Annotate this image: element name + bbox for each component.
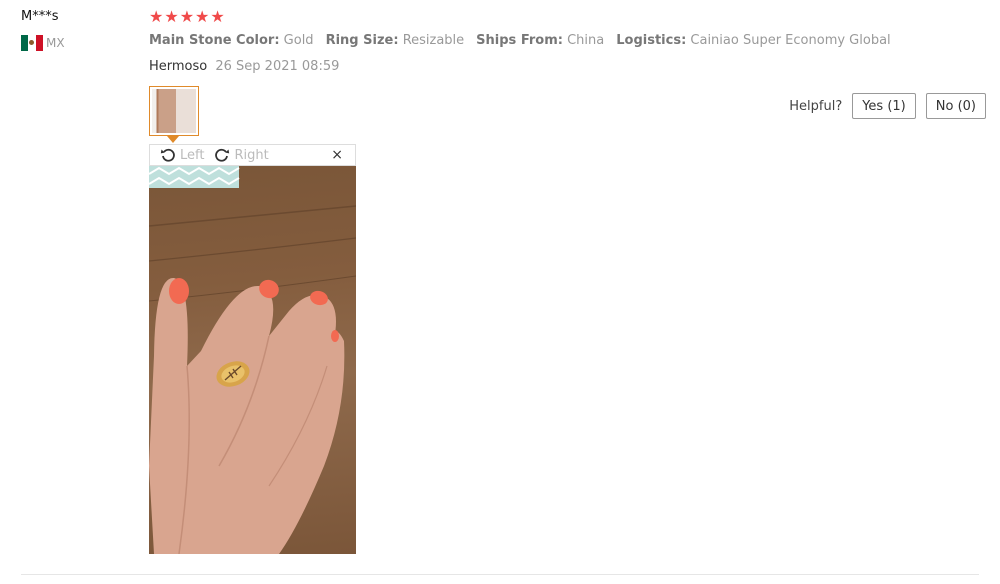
review-photo <box>149 166 356 554</box>
star-icon: ★ <box>179 7 195 26</box>
hand-with-ring-image <box>149 166 356 554</box>
attribute-main-stone-color: Main Stone Color: Gold <box>149 33 314 48</box>
review-divider <box>21 574 979 575</box>
rotate-left-button[interactable]: Left <box>160 147 204 163</box>
country-code: MX <box>46 36 65 50</box>
attribute-value: Cainiao Super Economy Global <box>690 33 891 48</box>
attribute-label: Logistics: <box>616 33 687 48</box>
helpful-yes-button[interactable]: Yes (1) <box>852 93 916 119</box>
attribute-label: Main Stone Color: <box>149 33 280 48</box>
attribute-value: China <box>567 33 605 48</box>
thumbnail-image <box>152 89 196 133</box>
attribute-value: Gold <box>283 33 314 48</box>
star-rating: ★ ★ ★ ★ ★ <box>149 8 225 26</box>
star-icon: ★ <box>164 7 179 26</box>
photo-viewer-toolbar: Left Right × <box>149 144 356 166</box>
attribute-ring-size: Ring Size: Resizable <box>326 33 465 48</box>
reviewer-name: M***s <box>21 9 59 24</box>
mexico-flag-icon <box>21 35 43 51</box>
thumbnail-selected-pointer <box>167 136 179 143</box>
rotate-right-label: Right <box>234 147 269 163</box>
attribute-logistics: Logistics: Cainiao Super Economy Global <box>616 33 890 48</box>
product-attributes: Main Stone Color: Gold Ring Size: Resiza… <box>149 33 891 48</box>
review-content: Hermoso 26 Sep 2021 08:59 <box>149 59 339 74</box>
attribute-ships-from: Ships From: China <box>476 33 604 48</box>
helpful-no-button[interactable]: No (0) <box>925 93 986 119</box>
attribute-value: Resizable <box>402 33 465 48</box>
reviewer-country: MX <box>21 35 65 51</box>
star-icon: ★ <box>195 7 210 26</box>
attribute-label: Ships From: <box>476 33 563 48</box>
rotate-right-icon <box>215 148 230 162</box>
rotate-right-button[interactable]: Right <box>214 147 269 163</box>
helpful-label: Helpful? <box>789 98 843 114</box>
helpful-vote: Helpful? Yes (1) No (0) <box>789 93 986 119</box>
rotate-left-icon <box>160 148 175 162</box>
attribute-label: Ring Size: <box>325 33 399 48</box>
photo-viewer: Left Right × <box>149 144 356 554</box>
rotate-left-label: Left <box>180 147 205 163</box>
review-photo-thumbnail[interactable] <box>149 86 199 136</box>
review-date: 26 Sep 2021 08:59 <box>215 59 340 74</box>
star-icon: ★ <box>210 7 225 26</box>
close-viewer-button[interactable]: × <box>331 147 343 163</box>
star-icon: ★ <box>149 7 164 26</box>
review-text: Hermoso <box>149 59 208 74</box>
